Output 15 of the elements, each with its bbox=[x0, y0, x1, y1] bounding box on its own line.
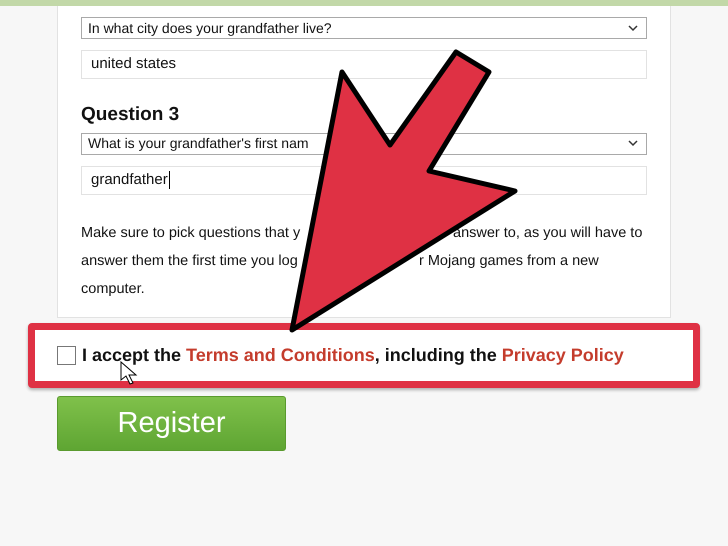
terms-link[interactable]: Terms and Conditions bbox=[186, 342, 375, 369]
chevron-down-icon bbox=[628, 140, 638, 147]
terms-text: I accept the bbox=[82, 344, 182, 367]
note-text: answer them the first time you log bbox=[81, 252, 299, 270]
question-heading: Question 3 bbox=[81, 103, 180, 127]
chevron-down-icon bbox=[628, 24, 638, 32]
note-text: answer to, as you will have to bbox=[453, 224, 642, 242]
question-select[interactable]: In what city does your grandfather live? bbox=[81, 17, 647, 39]
note-text: Make sure to pick questions that y bbox=[81, 224, 302, 242]
terms-checkbox[interactable] bbox=[57, 346, 76, 365]
note-text: computer. bbox=[81, 280, 145, 298]
terms-text: , including the bbox=[374, 344, 498, 367]
answer-field[interactable]: united states bbox=[81, 50, 647, 79]
note-text: r Mojang games from a new bbox=[419, 252, 599, 270]
terms-link[interactable]: Privacy Policy bbox=[502, 342, 624, 369]
